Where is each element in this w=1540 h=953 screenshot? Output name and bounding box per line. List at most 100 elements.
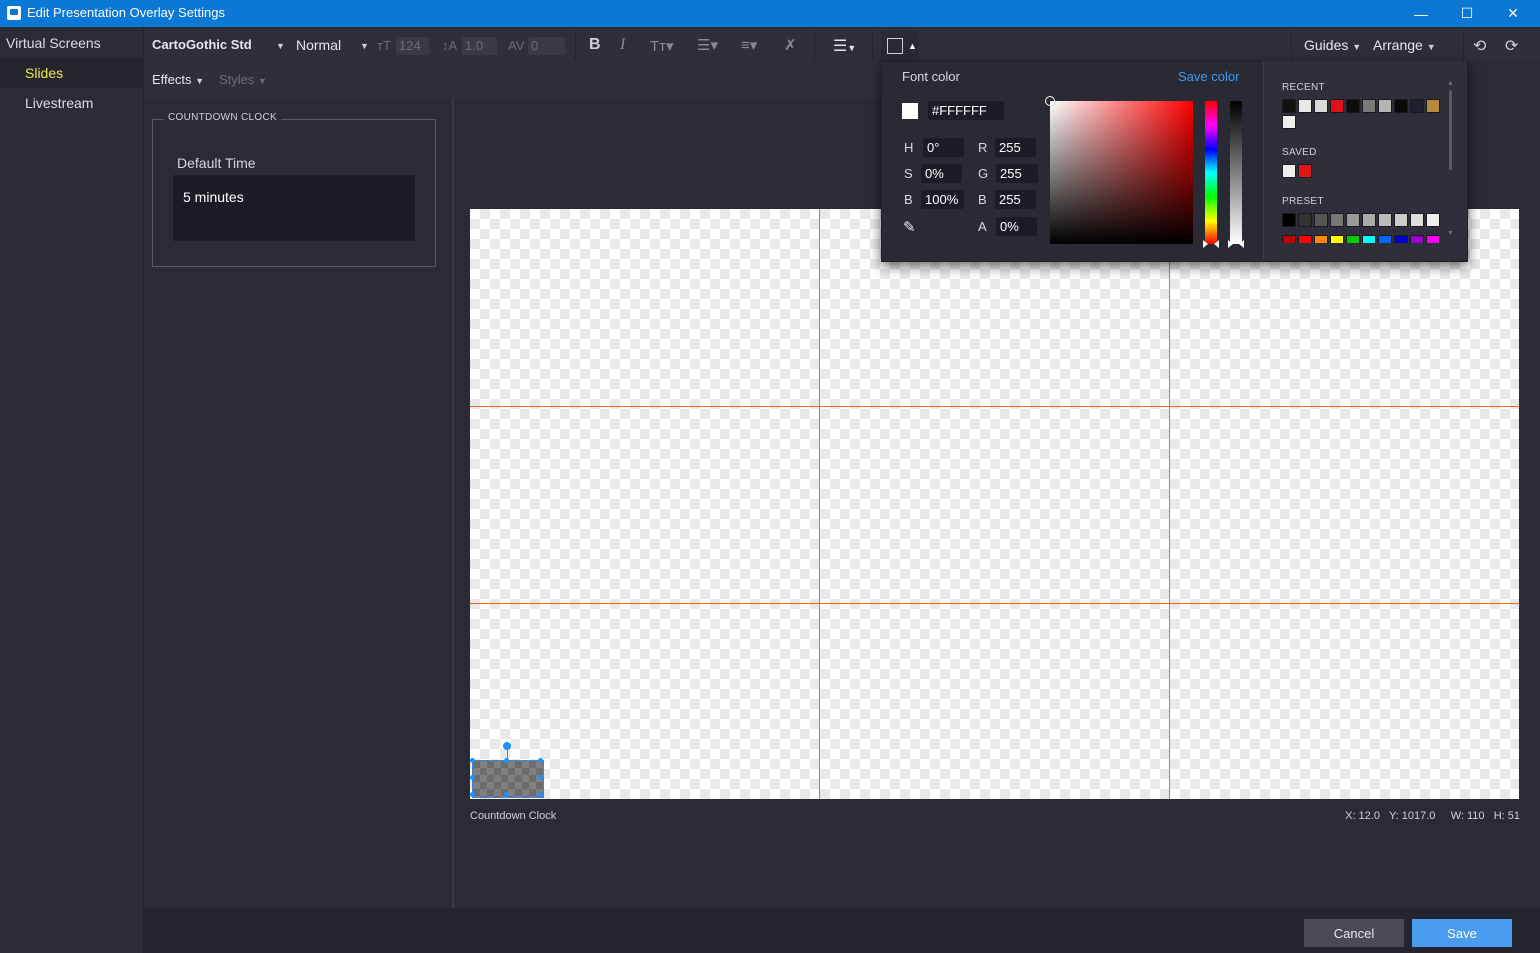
guide-line[interactable] — [819, 209, 820, 799]
color-swatch[interactable] — [1298, 164, 1312, 178]
font-weight-select[interactable]: Normal — [296, 37, 341, 53]
green-input[interactable]: 255 — [996, 164, 1038, 183]
guide-line[interactable] — [470, 603, 1519, 604]
resize-handle[interactable] — [504, 792, 509, 797]
bold-icon[interactable]: B — [589, 36, 601, 54]
eyedropper-icon[interactable]: ✎ — [903, 218, 916, 236]
nav-item-virtual-screens[interactable]: Virtual Screens — [0, 28, 149, 58]
hue-slider-thumb[interactable] — [1214, 240, 1219, 248]
text-case-icon[interactable]: Tт▾ — [650, 37, 674, 55]
bullet-list-icon[interactable]: ☰▾ — [697, 36, 718, 54]
font-size-input[interactable]: 124 — [396, 37, 429, 55]
cancel-button[interactable]: Cancel — [1304, 919, 1404, 947]
nav-item-slides[interactable]: Slides — [0, 58, 143, 88]
slide-canvas[interactable] — [470, 209, 1519, 799]
color-swatch[interactable] — [1282, 115, 1296, 129]
color-swatch[interactable] — [1282, 99, 1296, 113]
chevron-down-icon[interactable]: ▼ — [276, 41, 285, 51]
resize-handle[interactable] — [538, 775, 543, 780]
styles-menu[interactable]: Styles ▼ — [219, 72, 267, 87]
resize-handle[interactable] — [538, 792, 543, 797]
color-swatch[interactable] — [1330, 99, 1344, 113]
hex-input[interactable]: #FFFFFF — [928, 101, 1004, 120]
color-swatch[interactable] — [1378, 99, 1392, 113]
letter-spacing-input[interactable]: 0 — [528, 37, 565, 55]
clear-format-icon[interactable]: ✗ — [784, 36, 797, 54]
maximize-button[interactable]: ☐ — [1444, 0, 1490, 27]
saturation-input[interactable]: 0% — [921, 164, 962, 183]
guides-label: Guides — [1304, 37, 1349, 53]
color-swatch[interactable] — [1410, 99, 1424, 113]
minimize-button[interactable]: — — [1398, 0, 1444, 27]
hue-slider-thumb[interactable] — [1203, 240, 1208, 248]
color-swatch[interactable] — [1282, 235, 1296, 243]
color-swatch[interactable] — [1394, 99, 1408, 113]
nav-item-livestream[interactable]: Livestream — [0, 88, 143, 118]
resize-handle[interactable] — [538, 758, 543, 763]
color-swatch[interactable] — [1394, 235, 1408, 243]
alpha-slider[interactable] — [1230, 101, 1242, 244]
color-swatch[interactable] — [1346, 235, 1360, 243]
color-swatch[interactable] — [1330, 235, 1344, 243]
guides-menu[interactable]: Guides ▼ — [1304, 37, 1361, 53]
color-swatch[interactable] — [1362, 235, 1376, 243]
align-center-icon[interactable]: ☰▼ — [833, 36, 856, 56]
rotate-handle[interactable] — [503, 742, 511, 750]
resize-handle[interactable] — [470, 758, 475, 763]
chevron-down-icon[interactable]: ▼ — [360, 41, 369, 51]
color-swatch[interactable] — [1314, 235, 1328, 243]
redo-icon[interactable]: ⟳ — [1505, 36, 1518, 56]
color-swatch[interactable] — [1410, 213, 1424, 227]
color-swatch[interactable] — [1314, 213, 1328, 227]
line-height-input[interactable]: 1.0 — [462, 37, 497, 55]
saturation-brightness-picker[interactable] — [1050, 101, 1193, 244]
color-swatch[interactable] — [1426, 235, 1440, 243]
color-swatch[interactable] — [1426, 99, 1440, 113]
arrange-label: Arrange — [1373, 37, 1423, 53]
arrange-menu[interactable]: Arrange ▼ — [1373, 37, 1436, 53]
color-swatch[interactable] — [1346, 213, 1360, 227]
color-swatch[interactable] — [1394, 213, 1408, 227]
indent-icon[interactable]: ≡▾ — [741, 36, 757, 54]
save-button[interactable]: Save — [1412, 919, 1512, 947]
color-swatch[interactable] — [1378, 235, 1392, 243]
effects-menu[interactable]: Effects ▼ — [152, 72, 204, 87]
color-swatch[interactable] — [1410, 235, 1424, 243]
hue-slider[interactable] — [1205, 101, 1217, 244]
color-swatch[interactable] — [1298, 99, 1312, 113]
alpha-slider-thumb[interactable] — [1239, 240, 1244, 248]
color-swatch[interactable] — [1378, 213, 1392, 227]
guide-line[interactable] — [470, 406, 1519, 407]
font-family-select[interactable]: CartoGothic Std — [152, 37, 252, 52]
color-picker-cursor[interactable] — [1045, 96, 1055, 106]
font-color-button[interactable]: ▲ — [881, 31, 919, 61]
close-button[interactable]: ✕ — [1490, 0, 1536, 27]
save-color-link[interactable]: Save color — [1178, 69, 1239, 84]
color-swatch[interactable] — [1282, 213, 1296, 227]
scroll-down-icon[interactable]: ▼ — [1447, 230, 1454, 237]
undo-icon[interactable]: ⟲ — [1473, 36, 1486, 56]
color-swatch[interactable] — [1330, 213, 1344, 227]
alpha-slider-thumb[interactable] — [1228, 240, 1233, 248]
resize-handle[interactable] — [470, 775, 475, 780]
italic-icon[interactable]: I — [620, 36, 625, 54]
guide-line[interactable] — [1169, 209, 1170, 799]
color-swatch[interactable] — [1298, 235, 1312, 243]
red-input[interactable]: 255 — [995, 138, 1036, 157]
color-swatch[interactable] — [1346, 99, 1360, 113]
hue-input[interactable]: 0° — [923, 138, 964, 157]
blue-input[interactable]: 255 — [995, 190, 1036, 209]
alpha-input[interactable]: 0% — [996, 217, 1037, 236]
default-time-field[interactable] — [173, 175, 415, 241]
resize-handle[interactable] — [504, 758, 509, 763]
color-swatch[interactable] — [1362, 99, 1376, 113]
color-swatch[interactable] — [1298, 213, 1312, 227]
swatches-scrollbar[interactable] — [1449, 90, 1452, 170]
color-swatch[interactable] — [1362, 213, 1376, 227]
color-swatch[interactable] — [1426, 213, 1440, 227]
color-swatch[interactable] — [1314, 99, 1328, 113]
resize-handle[interactable] — [470, 792, 475, 797]
color-swatch[interactable] — [1282, 164, 1296, 178]
scroll-up-icon[interactable]: ▲ — [1447, 80, 1454, 87]
brightness-input[interactable]: 100% — [921, 190, 964, 209]
